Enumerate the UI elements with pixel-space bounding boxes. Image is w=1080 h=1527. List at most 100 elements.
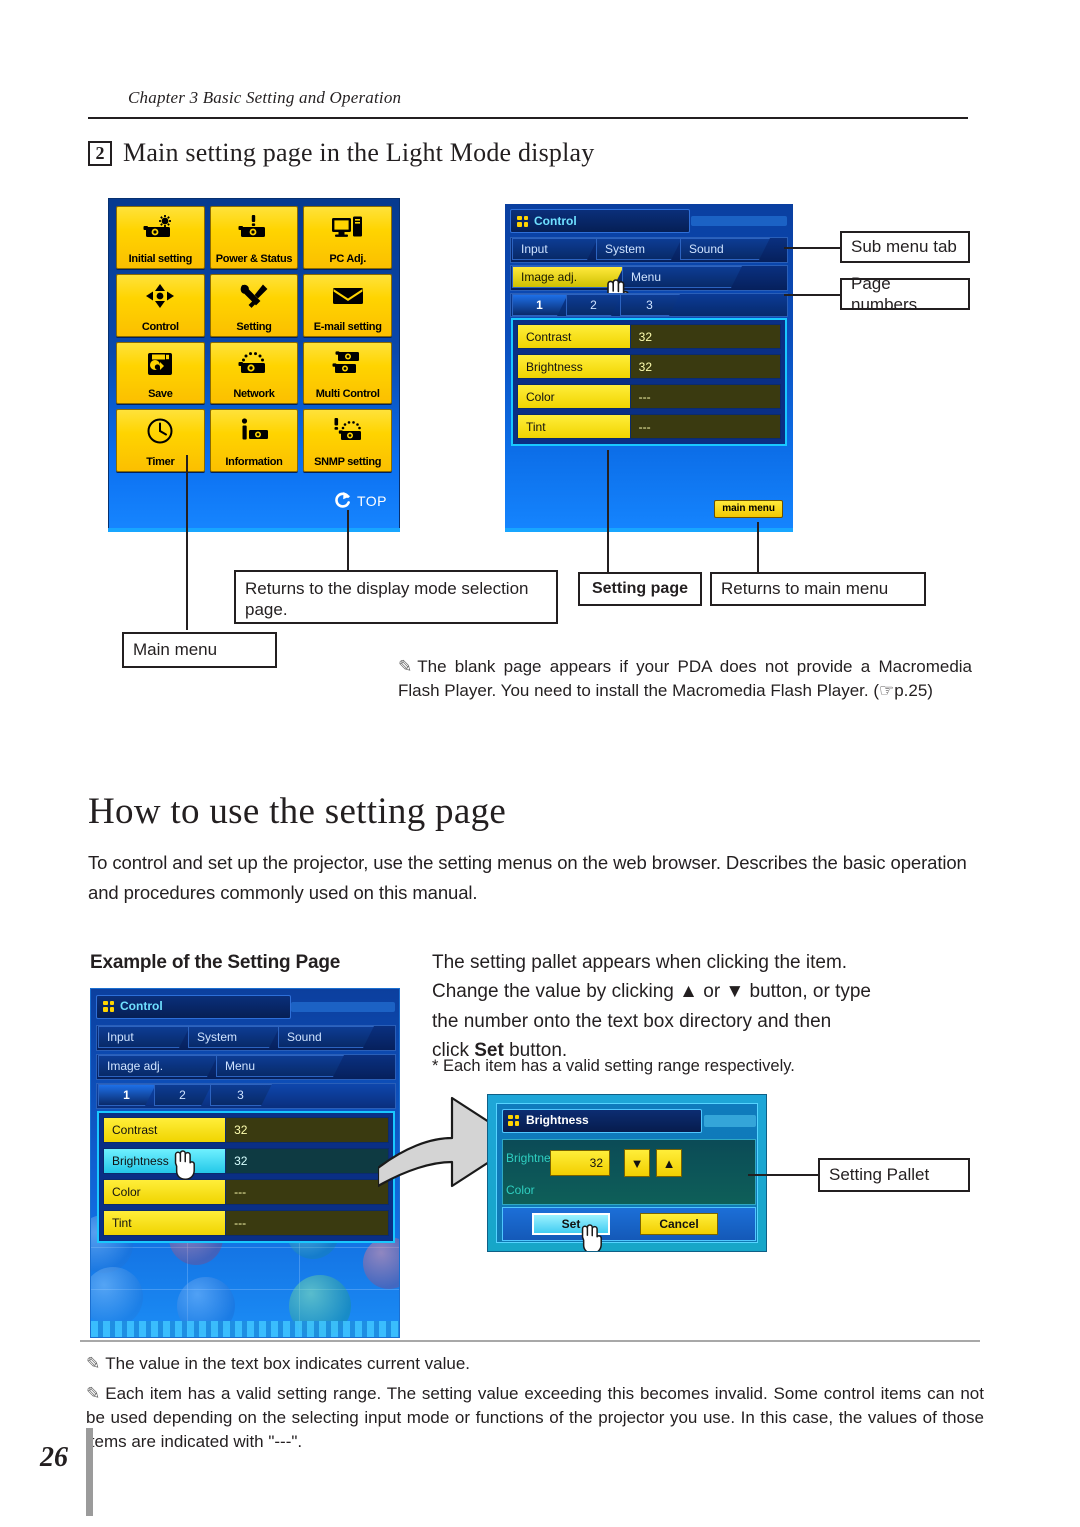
setting-label: Contrast xyxy=(518,325,631,348)
control-window-title: Control xyxy=(534,214,577,228)
four-dots-icon xyxy=(508,1114,519,1126)
top-button[interactable]: TOP xyxy=(333,491,387,510)
chapter-header: Chapter 3 Basic Setting and Operation xyxy=(128,88,402,107)
envelope-icon xyxy=(304,279,391,313)
setting-value[interactable]: --- xyxy=(226,1180,388,1204)
menu-button-pc-adj[interactable]: PC Adj. xyxy=(303,206,392,269)
setting-row-brightness[interactable]: Brightness 32 xyxy=(517,354,781,379)
menu-button-save[interactable]: Save xyxy=(116,341,205,405)
pallet-decrement-button[interactable]: ▼ xyxy=(624,1149,650,1177)
instruction-line-2: Change the value by clicking ▲ or ▼ butt… xyxy=(432,981,871,1003)
menu-button-label: SNMP setting xyxy=(314,456,382,468)
tab-sound[interactable]: Sound xyxy=(278,1026,374,1048)
menu-button-label: Power & Status xyxy=(215,252,293,265)
setting-row-contrast[interactable]: Contrast 32 xyxy=(517,324,781,349)
callout-sub-menu-tab: Sub menu tab xyxy=(840,231,970,263)
projector-exclamation-icon xyxy=(211,211,298,245)
setting-value[interactable]: --- xyxy=(630,385,780,408)
callout-page-numbers: Page numbers xyxy=(840,274,970,314)
menu-button-setting[interactable]: Setting xyxy=(209,273,299,337)
menu-button-label: E-mail setting xyxy=(313,320,382,333)
instruction-line-1: The setting pallet appears when clicking… xyxy=(432,952,848,973)
setting-value[interactable]: --- xyxy=(226,1211,388,1235)
setting-label: Contrast xyxy=(104,1118,227,1142)
setting-row-tint[interactable]: Tint --- xyxy=(103,1210,389,1236)
leader-line-submenu xyxy=(784,247,840,249)
header-divider xyxy=(88,117,968,119)
pallet-increment-button[interactable]: ▲ xyxy=(656,1149,682,1177)
main-menu-return-button[interactable]: main menu xyxy=(714,500,783,518)
setting-row-color[interactable]: Color --- xyxy=(517,384,781,409)
example-submenu-tabs-2: Image adj. Menu xyxy=(98,1055,342,1077)
leader-line-main-menu xyxy=(186,455,188,630)
callout-setting-page: Setting page xyxy=(578,572,702,606)
wrench-screwdriver-icon xyxy=(211,279,298,313)
tab-menu[interactable]: Menu xyxy=(216,1055,344,1077)
leader-line-setting-page xyxy=(607,450,609,572)
main-menu-screenshot: Initial setting Power & Status PC Adj. C… xyxy=(108,198,400,532)
tab-system[interactable]: System xyxy=(596,238,682,260)
page-number-2[interactable]: 2 xyxy=(566,294,622,316)
callout-returns-display-mode: Returns to the display mode selection pa… xyxy=(234,570,558,624)
menu-button-label: Network xyxy=(233,388,275,401)
page-number-1[interactable]: 1 xyxy=(512,294,568,316)
page-number-2[interactable]: 2 xyxy=(154,1084,212,1106)
section-title: Main setting page in the Light Mode disp… xyxy=(123,138,595,167)
menu-button-label: Initial setting xyxy=(128,252,193,265)
tab-input[interactable]: Input xyxy=(512,238,598,260)
pallet-cancel-button[interactable]: Cancel xyxy=(640,1213,718,1235)
setting-value[interactable]: 32 xyxy=(226,1118,388,1142)
setting-row-contrast[interactable]: Contrast 32 xyxy=(103,1117,389,1143)
page-number: 26 xyxy=(40,1442,68,1473)
bottom-note-1: ✎ The value in the text box indicates cur… xyxy=(86,1354,471,1373)
setting-pallet-instructions: The setting pallet appears when clicking… xyxy=(432,948,980,1066)
menu-button-snmp-setting[interactable]: SNMP setting xyxy=(303,409,392,472)
setting-value[interactable]: 32 xyxy=(226,1149,388,1173)
tab-sound[interactable]: Sound xyxy=(680,238,770,260)
pallet-title-text: Brightness xyxy=(526,1113,589,1127)
setting-row-brightness[interactable]: Brightness 32 xyxy=(103,1148,389,1174)
leader-line-returns-main-menu xyxy=(757,522,759,572)
page-edge-bar xyxy=(86,1428,93,1516)
menu-button-initial-setting[interactable]: Initial setting xyxy=(116,206,205,269)
pallet-value-input[interactable]: 32 xyxy=(550,1150,610,1176)
menu-button-email-setting[interactable]: E-mail setting xyxy=(303,273,392,337)
menu-button-information[interactable]: Information xyxy=(209,409,299,472)
page-number-1[interactable]: 1 xyxy=(98,1084,156,1106)
tab-input[interactable]: Input xyxy=(98,1026,190,1048)
setting-label: Tint xyxy=(104,1211,227,1235)
menu-button-label: Timer xyxy=(146,456,175,468)
control-titlebar: Control xyxy=(512,211,577,231)
tab-menu[interactable]: Menu xyxy=(622,266,742,288)
menu-button-multi-control[interactable]: Multi Control xyxy=(303,341,392,405)
setting-row-color[interactable]: Color --- xyxy=(103,1179,389,1205)
section-number-badge: 2 xyxy=(88,140,112,166)
setting-value[interactable]: 32 xyxy=(630,355,780,378)
control-page-numbers: 1 2 3 xyxy=(512,294,678,316)
floppy-disk-icon xyxy=(117,347,204,381)
setting-value[interactable]: 32 xyxy=(630,325,780,348)
two-projectors-icon xyxy=(304,347,391,381)
pda-flash-note: ✎ The blank page appears if your PDA does… xyxy=(398,657,972,701)
control-titlebar-shelf xyxy=(691,216,787,226)
control-item-list: Contrast 32 Brightness 32 Color --- Tint… xyxy=(511,318,787,446)
pallet-title: Brightness xyxy=(508,1113,589,1127)
tab-image-adj[interactable]: Image adj. xyxy=(98,1055,218,1077)
tab-system[interactable]: System xyxy=(188,1026,280,1048)
leader-line-pagenumbers xyxy=(784,294,840,296)
menu-button-timer[interactable]: Timer xyxy=(116,409,205,472)
setting-row-tint[interactable]: Tint --- xyxy=(517,414,781,439)
page-number-3[interactable]: 3 xyxy=(620,294,680,316)
projector-network-icon xyxy=(211,347,298,381)
control-submenu-tabs: Input System Sound xyxy=(512,238,768,260)
bottom-note-2: ✎ Each item has a valid setting range. Th… xyxy=(86,1384,984,1452)
menu-button-power-status[interactable]: Power & Status xyxy=(209,206,299,269)
menu-button-label: Information xyxy=(225,456,283,468)
example-page-numbers: 1 2 3 xyxy=(98,1084,270,1106)
pencil-icon: ✎ xyxy=(398,657,413,676)
menu-button-control[interactable]: Control xyxy=(116,273,205,337)
page-number-3[interactable]: 3 xyxy=(210,1084,272,1106)
menu-button-network[interactable]: Network xyxy=(209,341,299,405)
setting-value[interactable]: --- xyxy=(630,415,780,438)
setting-label: Color xyxy=(104,1180,227,1204)
